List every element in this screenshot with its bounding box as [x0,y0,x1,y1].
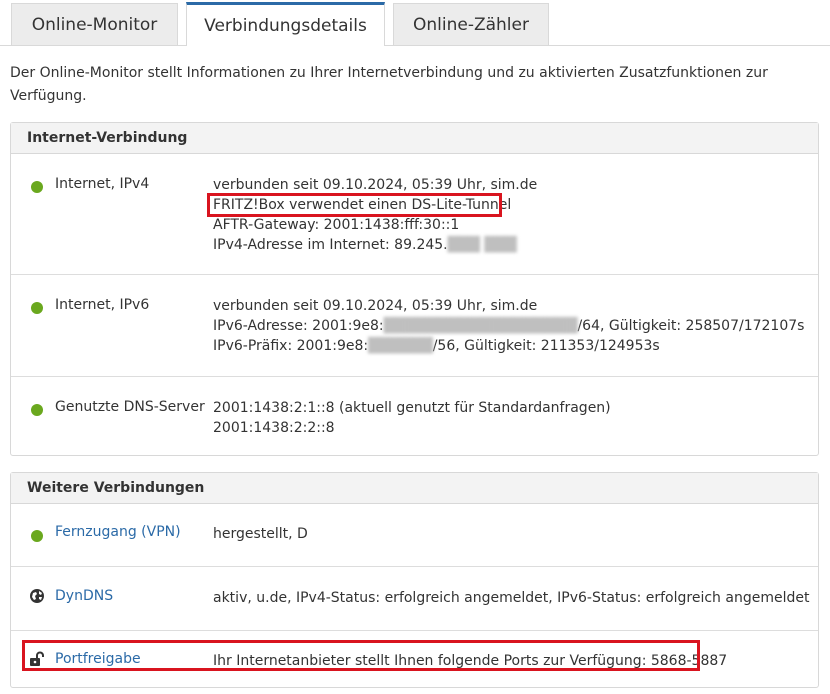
more-connections-panel: Weitere Verbindungen Fernzugang (VPN) he… [10,472,819,688]
ipv4-details: verbunden seit 09.10.2024, 05:39 Uhr, si… [213,175,537,255]
redacted-prefix: ██████ [368,338,433,354]
ipv4-tunnel: FRITZ!Box verwendet einen DS-Lite-Tunnel [213,197,512,213]
ipv4-address-line: IPv4-Adresse im Internet: 89.245.███ ███ [213,235,537,255]
portfreigabe-link[interactable]: Portfreigabe [55,651,141,667]
dyndns-link[interactable]: DynDNS [55,588,113,604]
internet-connection-title: Internet-Verbindung [11,123,818,154]
redacted-ip: ███ ███ [447,237,517,253]
ipv6-address-post: /64, Gültigkeit: 258507/172107s [577,318,805,334]
redacted-ipv6: ██████████████████ [383,318,578,334]
tab-bar: Online-Monitor Verbindungsdetails Online… [0,0,830,46]
ipv6-connected: verbunden seit 09.10.2024, 05:39 Uhr, si… [213,298,538,314]
ipv4-address: IPv4-Adresse im Internet: 89.245. [213,237,448,253]
ipv6-row: Internet, IPv6 verbunden seit 09.10.2024… [11,275,818,377]
internet-connection-panel: Internet-Verbindung Internet, IPv4 verbu… [10,122,819,456]
vpn-row: Fernzugang (VPN) hergestellt, D [11,504,818,567]
unlock-icon [30,651,44,666]
ipv4-row: Internet, IPv4 verbunden seit 09.10.2024… [11,154,818,275]
intro-text: Der Online-Monitor stellt Informationen … [10,65,768,104]
ipv4-label: Internet, IPv4 [55,176,150,192]
status-ok-icon [31,302,43,314]
tab-baseline [0,45,830,46]
portfreigabe-value: Ihr Internetanbieter stellt Ihnen folgen… [213,653,728,669]
vpn-link[interactable]: Fernzugang (VPN) [55,524,181,540]
status-ok-icon [31,181,43,193]
ipv6-details: verbunden seit 09.10.2024, 05:39 Uhr, si… [213,296,804,356]
ipv6-address-pre: IPv6-Adresse: 2001:9e8: [213,318,384,334]
dyndns-row: DynDNS aktiv, u.de, IPv4-Status: erfolgr… [11,567,818,631]
status-ok-icon [31,404,43,416]
ipv6-prefix-pre: IPv6-Präfix: 2001:9e8: [213,338,369,354]
dns-label: Genutzte DNS-Server [55,399,205,415]
tab-verbindungsdetails[interactable]: Verbindungsdetails [186,2,385,46]
ipv4-gateway: AFTR-Gateway: 2001:1438:fff:30::1 [213,217,460,233]
dns-row: Genutzte DNS-Server 2001:1438:2:1::8 (ak… [11,377,818,458]
status-ok-icon [31,530,43,542]
dns-details: 2001:1438:2:1::8 (aktuell genutzt für St… [213,398,611,438]
vpn-value: hergestellt, D [213,526,308,542]
ipv6-prefix-line: IPv6-Präfix: 2001:9e8:██████/56, Gültigk… [213,336,804,356]
globe-icon [30,589,44,603]
dns-primary: 2001:1438:2:1::8 (aktuell genutzt für St… [213,400,611,416]
ipv6-label: Internet, IPv6 [55,297,150,313]
tab-online-monitor[interactable]: Online-Monitor [11,3,178,45]
tab-online-zaehler[interactable]: Online-Zähler [393,3,549,45]
dyndns-value: aktiv, u.de, IPv4-Status: erfolgreich an… [213,590,810,606]
portforward-row: Portfreigabe Ihr Internetanbieter stellt… [11,631,818,691]
ipv6-prefix-post: /56, Gültigkeit: 211353/124953s [432,338,660,354]
ipv6-address-line: IPv6-Adresse: 2001:9e8:█████████████████… [213,316,804,336]
more-connections-title: Weitere Verbindungen [11,473,818,504]
ipv4-connected: verbunden seit 09.10.2024, 05:39 Uhr, si… [213,177,538,193]
dns-secondary: 2001:1438:2:2::8 [213,420,335,436]
